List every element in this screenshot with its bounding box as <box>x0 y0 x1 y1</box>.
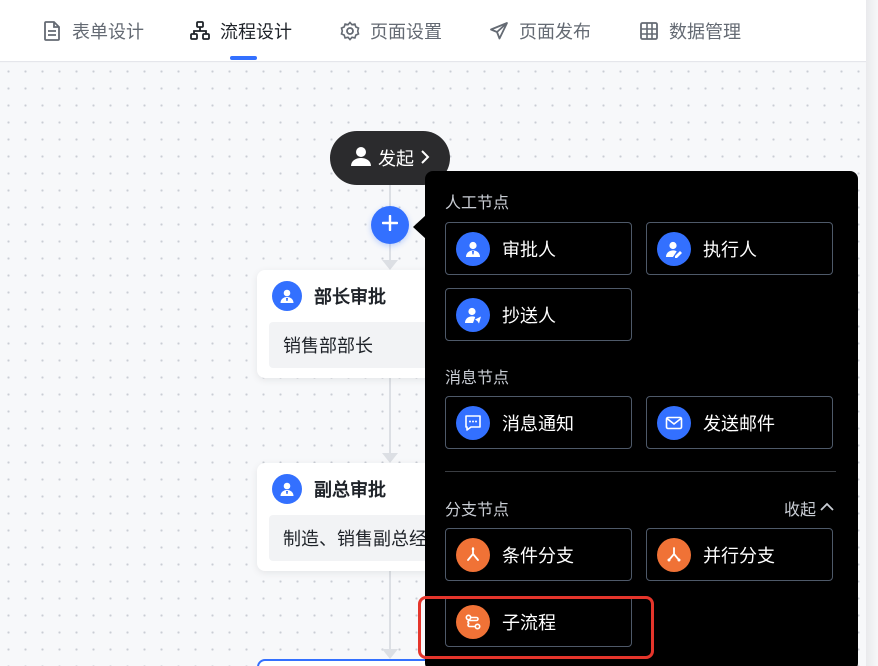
tab-page-publish[interactable]: 页面发布 <box>489 0 591 62</box>
gear-icon <box>340 21 360 41</box>
executor-icon <box>657 231 691 266</box>
approver-icon <box>272 474 302 504</box>
menu-item-label: 子流程 <box>502 612 556 633</box>
active-tab-indicator <box>230 56 257 60</box>
flow-node-detail: 制造、销售副总经理 <box>269 515 445 561</box>
flow-node-title: 部长审批 <box>314 287 386 307</box>
send-icon <box>489 21 509 41</box>
menu-item-approver[interactable]: 审批人 <box>445 222 632 275</box>
menu-item-label: 发送邮件 <box>703 413 775 434</box>
menu-item-label: 并行分支 <box>703 545 775 566</box>
menu-item-label: 抄送人 <box>502 305 556 326</box>
section-title-message: 消息节点 <box>445 370 510 387</box>
parallel-branch-icon <box>657 537 691 572</box>
window-edge <box>866 0 878 666</box>
tab-flow-design[interactable]: 流程设计 <box>190 0 292 62</box>
tab-label: 页面设置 <box>370 22 442 42</box>
menu-item-subprocess[interactable]: 子流程 <box>445 596 632 647</box>
connector-arrow <box>382 260 398 270</box>
menu-item-executor[interactable]: 执行人 <box>646 222 833 275</box>
menu-divider <box>445 471 836 472</box>
cc-icon <box>456 297 490 332</box>
subprocess-icon <box>456 604 490 639</box>
mail-icon <box>657 405 691 440</box>
tab-page-settings[interactable]: 页面设置 <box>340 0 442 62</box>
tab-form-design[interactable]: 表单设计 <box>42 0 144 62</box>
menu-item-label: 消息通知 <box>502 413 574 434</box>
flow-node-title: 副总审批 <box>314 480 386 500</box>
tab-label: 页面发布 <box>519 22 591 42</box>
approver-icon <box>272 281 302 311</box>
approver-icon <box>456 231 490 266</box>
user-icon <box>350 145 372 172</box>
tab-label: 表单设计 <box>72 22 144 42</box>
connector-arrow <box>382 453 398 463</box>
section-title-manual: 人工节点 <box>445 195 510 212</box>
chevron-right-icon <box>420 148 430 169</box>
menu-item-parallel-branch[interactable]: 并行分支 <box>646 528 833 581</box>
tab-label: 流程设计 <box>220 22 292 42</box>
menu-item-message-notify[interactable]: 消息通知 <box>445 396 632 449</box>
start-node-label: 发起 <box>378 149 414 169</box>
chevron-up-icon <box>820 499 834 517</box>
plus-icon <box>381 214 399 236</box>
document-icon <box>42 21 62 41</box>
flow-node-detail: 销售部部长 <box>269 322 445 368</box>
menu-item-label: 执行人 <box>703 239 757 260</box>
collapse-label: 收起 <box>784 502 817 519</box>
collapse-toggle[interactable]: 收起 <box>784 496 834 520</box>
add-node-button[interactable] <box>371 206 409 244</box>
connector-line <box>389 376 391 453</box>
top-tab-bar: 表单设计 流程设计 页面设置 页面发布 数据管理 <box>0 0 866 62</box>
connector-line <box>389 571 391 651</box>
section-title-branch: 分支节点 <box>445 502 510 519</box>
menu-item-condition-branch[interactable]: 条件分支 <box>445 528 632 581</box>
tab-data-management[interactable]: 数据管理 <box>639 0 741 62</box>
connector-arrow <box>382 649 398 659</box>
menu-item-send-mail[interactable]: 发送邮件 <box>646 396 833 449</box>
menu-item-label: 条件分支 <box>502 545 574 566</box>
branch-icon <box>456 537 490 572</box>
org-chart-icon <box>190 21 210 41</box>
menu-item-cc[interactable]: 抄送人 <box>445 288 632 341</box>
table-icon <box>639 21 659 41</box>
message-icon <box>456 405 490 440</box>
tab-label: 数据管理 <box>669 22 741 42</box>
menu-item-label: 审批人 <box>502 239 556 260</box>
